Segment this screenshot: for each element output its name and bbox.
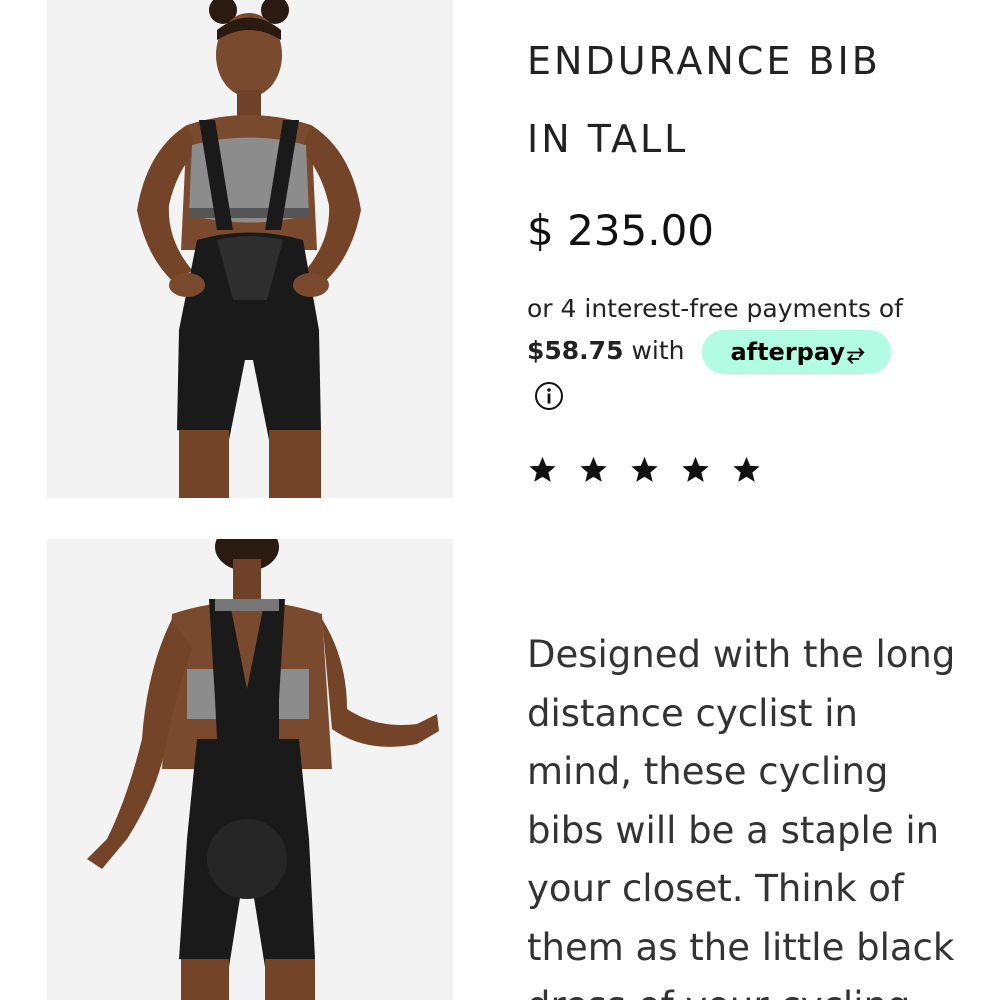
product-title: ENDURANCE BIB IN TALL <box>527 22 967 178</box>
product-page: ENDURANCE BIB IN TALL $ 235.00 or 4 inte… <box>0 0 1000 1000</box>
model-back-illustration <box>47 539 453 1000</box>
installment-line: $58.75 with afterpay⥂ <box>527 330 967 374</box>
afterpay-label: afterpay <box>730 338 845 366</box>
installment-with-text: with <box>631 336 685 365</box>
installment-amount: $58.75 <box>527 336 624 365</box>
product-title-line-1: ENDURANCE BIB <box>527 39 881 83</box>
rating-stars[interactable] <box>527 455 762 485</box>
afterpay-badge[interactable]: afterpay⥂ <box>702 330 891 374</box>
afterpay-arrows-icon: ⥂ <box>846 341 865 366</box>
product-title-line-2: IN TALL <box>527 117 689 161</box>
star-icon <box>733 456 760 482</box>
star-icon <box>529 456 556 482</box>
product-price: $ 235.00 <box>527 206 715 255</box>
installment-prefix: or 4 interest-free payments of <box>527 294 903 323</box>
product-image-back[interactable] <box>47 539 453 1000</box>
star-icon <box>631 456 658 482</box>
star-icon <box>682 456 709 482</box>
info-icon[interactable] <box>534 381 564 411</box>
star-icon <box>580 456 607 482</box>
product-description: Designed with the long distance cyclist … <box>527 633 956 1000</box>
installment-info: or 4 interest-free payments of $58.75 wi… <box>527 288 967 374</box>
model-front-illustration <box>47 0 453 498</box>
product-image-front[interactable] <box>47 0 453 498</box>
